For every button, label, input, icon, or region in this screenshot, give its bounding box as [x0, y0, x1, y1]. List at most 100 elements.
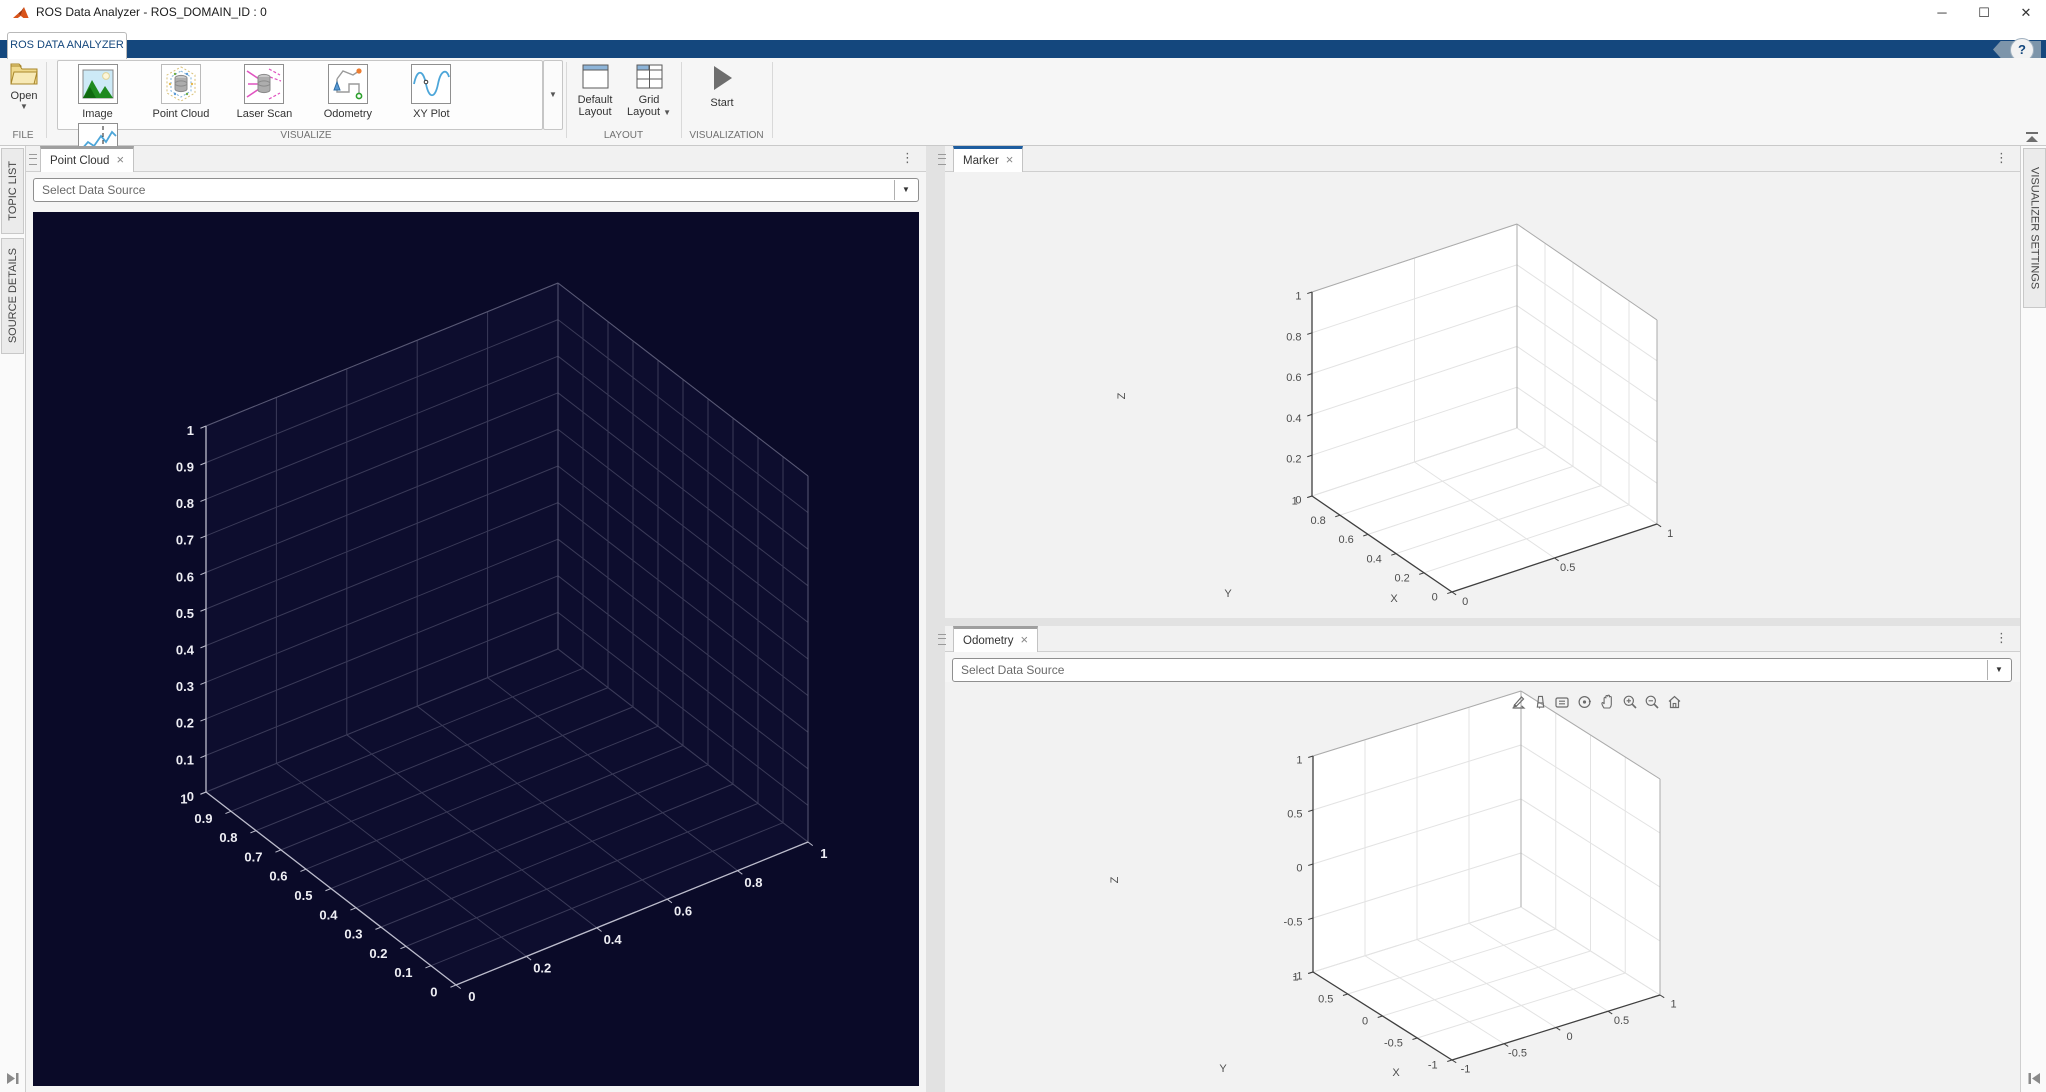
odometry-tab-bar: Odometry × ⋮	[945, 626, 2020, 652]
panel-options-icon[interactable]: ⋮	[901, 150, 914, 166]
svg-text:0.5: 0.5	[1614, 1015, 1629, 1027]
title-bar: ROS Data Analyzer - ROS_DOMAIN_ID : 0 ─ …	[0, 0, 2046, 26]
zoom-out-icon[interactable]	[1644, 694, 1660, 710]
svg-text:0.2: 0.2	[1394, 573, 1409, 585]
restore-view-icon[interactable]	[1666, 694, 1683, 710]
default-layout-button[interactable]: Default Layout	[569, 64, 621, 118]
expand-right-rail-icon[interactable]	[2027, 1072, 2042, 1085]
image-icon	[78, 64, 118, 104]
combo-dropdown-icon[interactable]: ▼	[894, 180, 917, 200]
close-button[interactable]: ✕	[2006, 0, 2046, 26]
rotate-icon[interactable]	[1576, 694, 1593, 710]
marker-3d-plot[interactable]: 00.5100.20.40.60.8100.20.40.60.81XYZ	[945, 172, 2020, 618]
grid-layout-dropdown-arrow[interactable]: ▼	[663, 108, 671, 117]
pan-icon[interactable]	[1599, 694, 1616, 710]
start-button[interactable]: Start	[696, 64, 748, 109]
svg-text:0.4: 0.4	[176, 642, 195, 657]
export-icon[interactable]	[1510, 694, 1527, 710]
panel-grip[interactable]	[938, 154, 946, 165]
svg-text:0.2: 0.2	[176, 716, 194, 731]
visualize-gallery: Image Point Cloud	[57, 60, 543, 130]
svg-text:0.7: 0.7	[244, 849, 262, 864]
panel-options-icon[interactable]: ⋮	[1995, 150, 2008, 166]
folder-icon	[10, 62, 38, 85]
tab-odometry[interactable]: Odometry ×	[953, 626, 1038, 652]
odometry-3d-plot[interactable]: -1-0.500.51-1-0.500.51-1-0.500.51XYZ	[945, 682, 2020, 1086]
marker-tab-label: Marker	[963, 155, 999, 167]
odometry-button[interactable]: Odometry	[308, 61, 387, 120]
svg-text:0.2: 0.2	[369, 946, 387, 961]
left-rail: TOPIC LIST SOURCE DETAILS	[0, 146, 26, 1092]
point-cloud-tab-bar: Point Cloud × ⋮	[26, 146, 926, 172]
combo-placeholder: Select Data Source	[42, 183, 145, 197]
maximize-button[interactable]: ☐	[1964, 0, 2004, 26]
section-separator	[566, 62, 567, 138]
xy-plot-label: XY Plot	[392, 108, 471, 120]
tab-topic-list[interactable]: TOPIC LIST	[1, 148, 24, 234]
svg-text:0.5: 0.5	[1318, 993, 1333, 1005]
xy-plot-button[interactable]: XY Plot	[392, 61, 471, 120]
tab-marker[interactable]: Marker ×	[953, 146, 1023, 172]
marker-tab-bar: Marker × ⋮	[945, 146, 2020, 172]
grid-layout-label-2: Layout ▼	[623, 106, 675, 118]
start-play-icon	[709, 64, 735, 92]
grid-layout-button[interactable]: Grid Layout ▼	[623, 64, 675, 118]
toolstrip: Open ▼ FILE Image	[0, 58, 2046, 146]
svg-text:Z: Z	[1109, 876, 1121, 883]
combo-dropdown-icon[interactable]: ▼	[1987, 660, 2010, 680]
tab-ros-data-analyzer[interactable]: ROS DATA ANALYZER	[7, 32, 127, 59]
point-cloud-3d-plot[interactable]: 00.20.40.60.8100.10.20.30.40.50.60.70.80…	[33, 212, 919, 1086]
section-label-file: FILE	[0, 130, 46, 141]
svg-text:0.5: 0.5	[176, 606, 194, 621]
close-icon[interactable]: ×	[1006, 152, 1014, 167]
svg-text:-0.5: -0.5	[1284, 916, 1303, 928]
panel-grip[interactable]	[29, 154, 37, 165]
svg-text:-1: -1	[1428, 1059, 1438, 1071]
section-separator	[46, 62, 47, 138]
open-button[interactable]: Open ▼	[4, 62, 44, 111]
laser-scan-button[interactable]: Laser Scan	[225, 61, 304, 120]
svg-text:Y: Y	[1224, 588, 1232, 600]
open-label: Open	[4, 90, 44, 102]
expand-left-rail-icon[interactable]	[5, 1072, 20, 1085]
svg-text:0.9: 0.9	[176, 459, 194, 474]
svg-text:1: 1	[1296, 754, 1302, 766]
svg-text:-0.5: -0.5	[1508, 1047, 1527, 1059]
default-layout-label-2: Layout	[569, 106, 621, 118]
svg-text:Z: Z	[1116, 392, 1128, 399]
section-separator	[681, 62, 682, 138]
odometry-label: Odometry	[308, 108, 387, 120]
tab-source-details[interactable]: SOURCE DETAILS	[1, 238, 24, 354]
point-cloud-button[interactable]: Point Cloud	[141, 61, 220, 120]
image-button[interactable]: Image	[58, 61, 137, 120]
point-cloud-data-source-combo[interactable]: Select Data Source ▼	[33, 178, 919, 202]
section-separator	[772, 62, 773, 138]
panel-options-icon[interactable]: ⋮	[1995, 630, 2008, 646]
axes-toolbar	[1510, 694, 1683, 710]
xy-plot-icon	[411, 64, 451, 104]
tab-point-cloud[interactable]: Point Cloud ×	[40, 146, 134, 172]
close-icon[interactable]: ×	[1021, 632, 1029, 647]
odometry-tab-label: Odometry	[963, 635, 1014, 647]
point-cloud-tab-label: Point Cloud	[50, 155, 109, 167]
open-dropdown-arrow[interactable]: ▼	[4, 102, 44, 111]
zoom-in-icon[interactable]	[1622, 694, 1638, 710]
panel-grip[interactable]	[938, 634, 946, 645]
svg-text:1: 1	[1667, 528, 1673, 540]
collapse-toolstrip-button[interactable]	[2026, 132, 2038, 142]
svg-text:0: 0	[1432, 592, 1438, 604]
datatips-icon[interactable]	[1554, 694, 1570, 710]
svg-text:0.3: 0.3	[176, 679, 194, 694]
close-icon[interactable]: ×	[116, 152, 124, 167]
odometry-data-source-combo[interactable]: Select Data Source ▼	[952, 658, 2012, 682]
brush-icon[interactable]	[1533, 694, 1548, 710]
svg-text:0.6: 0.6	[1338, 534, 1353, 546]
svg-text:0.8: 0.8	[744, 875, 762, 890]
svg-text:0.6: 0.6	[269, 869, 287, 884]
ribbon-accent-bar	[0, 40, 2046, 58]
tab-visualizer-settings[interactable]: VISUALIZER SETTINGS	[2023, 148, 2046, 308]
gallery-expand-button[interactable]: ▼	[543, 60, 563, 130]
ribbon-tab-row: ROS DATA ANALYZER ?	[0, 26, 2046, 58]
minimize-button[interactable]: ─	[1922, 0, 1962, 26]
svg-text:0.3: 0.3	[344, 927, 362, 942]
